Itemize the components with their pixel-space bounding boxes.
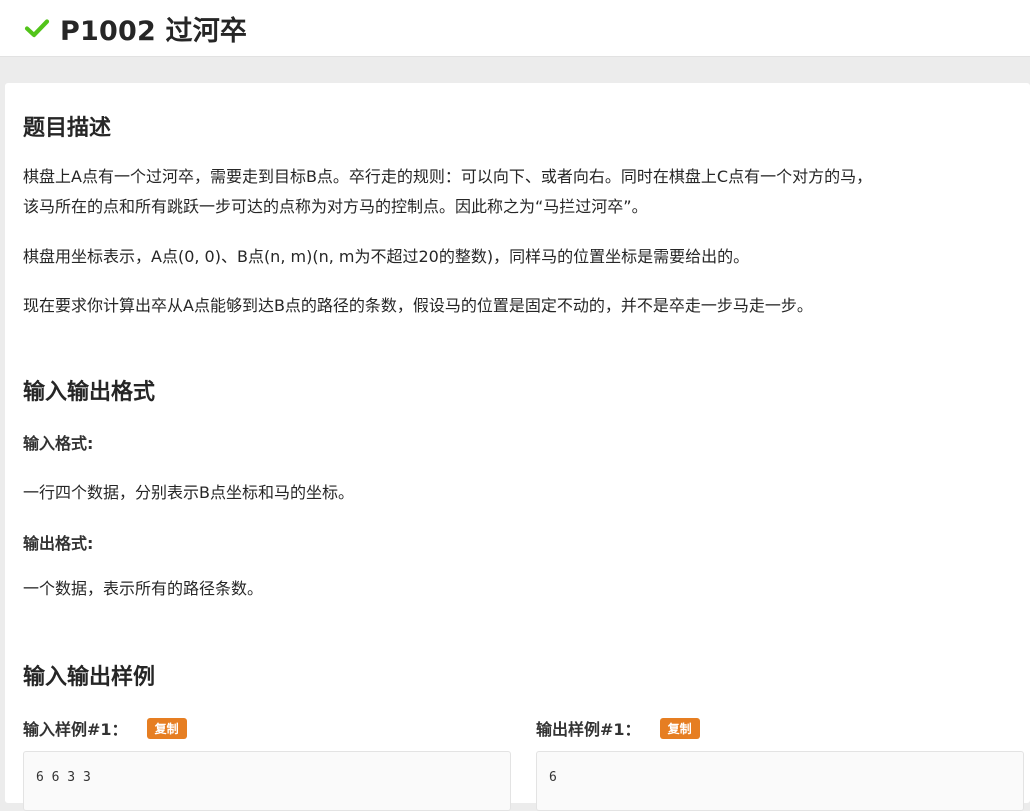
input-format-text: 一行四个数据，分别表示B点坐标和马的坐标。 xyxy=(23,483,354,502)
description-line-1: 棋盘上A点有一个过河卒，需要走到目标B点。卒行走的规则：可以向下、或者向右。同时… xyxy=(23,167,873,186)
description-task: 现在要求你计算出卒从A点能够到达B点的路径的条数，假设马的位置是固定不动的，并不… xyxy=(23,296,813,315)
input-sample-label: 输入样例#1： xyxy=(23,720,128,739)
samples-heading: 输入输出样例 xyxy=(23,665,156,690)
description-line-2: 该马所在的点和所有跳跃一步可达的点称为对方马的控制点。因此称之为“马拦过河卒”。 xyxy=(23,197,648,216)
problem-card: 题目描述 棋盘上A点有一个过河卒，需要走到目标B点。卒行走的规则：可以向下、或者… xyxy=(5,83,1030,811)
description-heading: 题目描述 xyxy=(23,116,112,141)
io-format-heading: 输入输出格式 xyxy=(23,380,156,405)
output-sample-label: 输出样例#1： xyxy=(536,720,641,739)
page-title: P1002 过河卒 xyxy=(60,15,248,47)
description-coordinates: 棋盘用坐标表示，A点(0, 0)、B点(n, m)(n, m为不超过20的整数)… xyxy=(23,247,750,266)
output-sample-box[interactable]: 6 xyxy=(536,751,1024,811)
input-sample-box[interactable]: 6 6 3 3 xyxy=(23,751,511,811)
output-format-label: 输出格式: xyxy=(23,534,94,553)
input-format-label: 输入格式: xyxy=(23,434,94,453)
problem-header: P1002 过河卒 xyxy=(0,0,1030,57)
output-format-text: 一个数据，表示所有的路径条数。 xyxy=(23,579,264,598)
input-sample-header: 输入样例#1： 复制 xyxy=(23,716,187,740)
copy-input-button[interactable]: 复制 xyxy=(146,717,187,739)
check-icon xyxy=(24,19,50,38)
output-sample-header: 输出样例#1： 复制 xyxy=(536,716,700,740)
copy-output-button[interactable]: 复制 xyxy=(659,717,700,739)
